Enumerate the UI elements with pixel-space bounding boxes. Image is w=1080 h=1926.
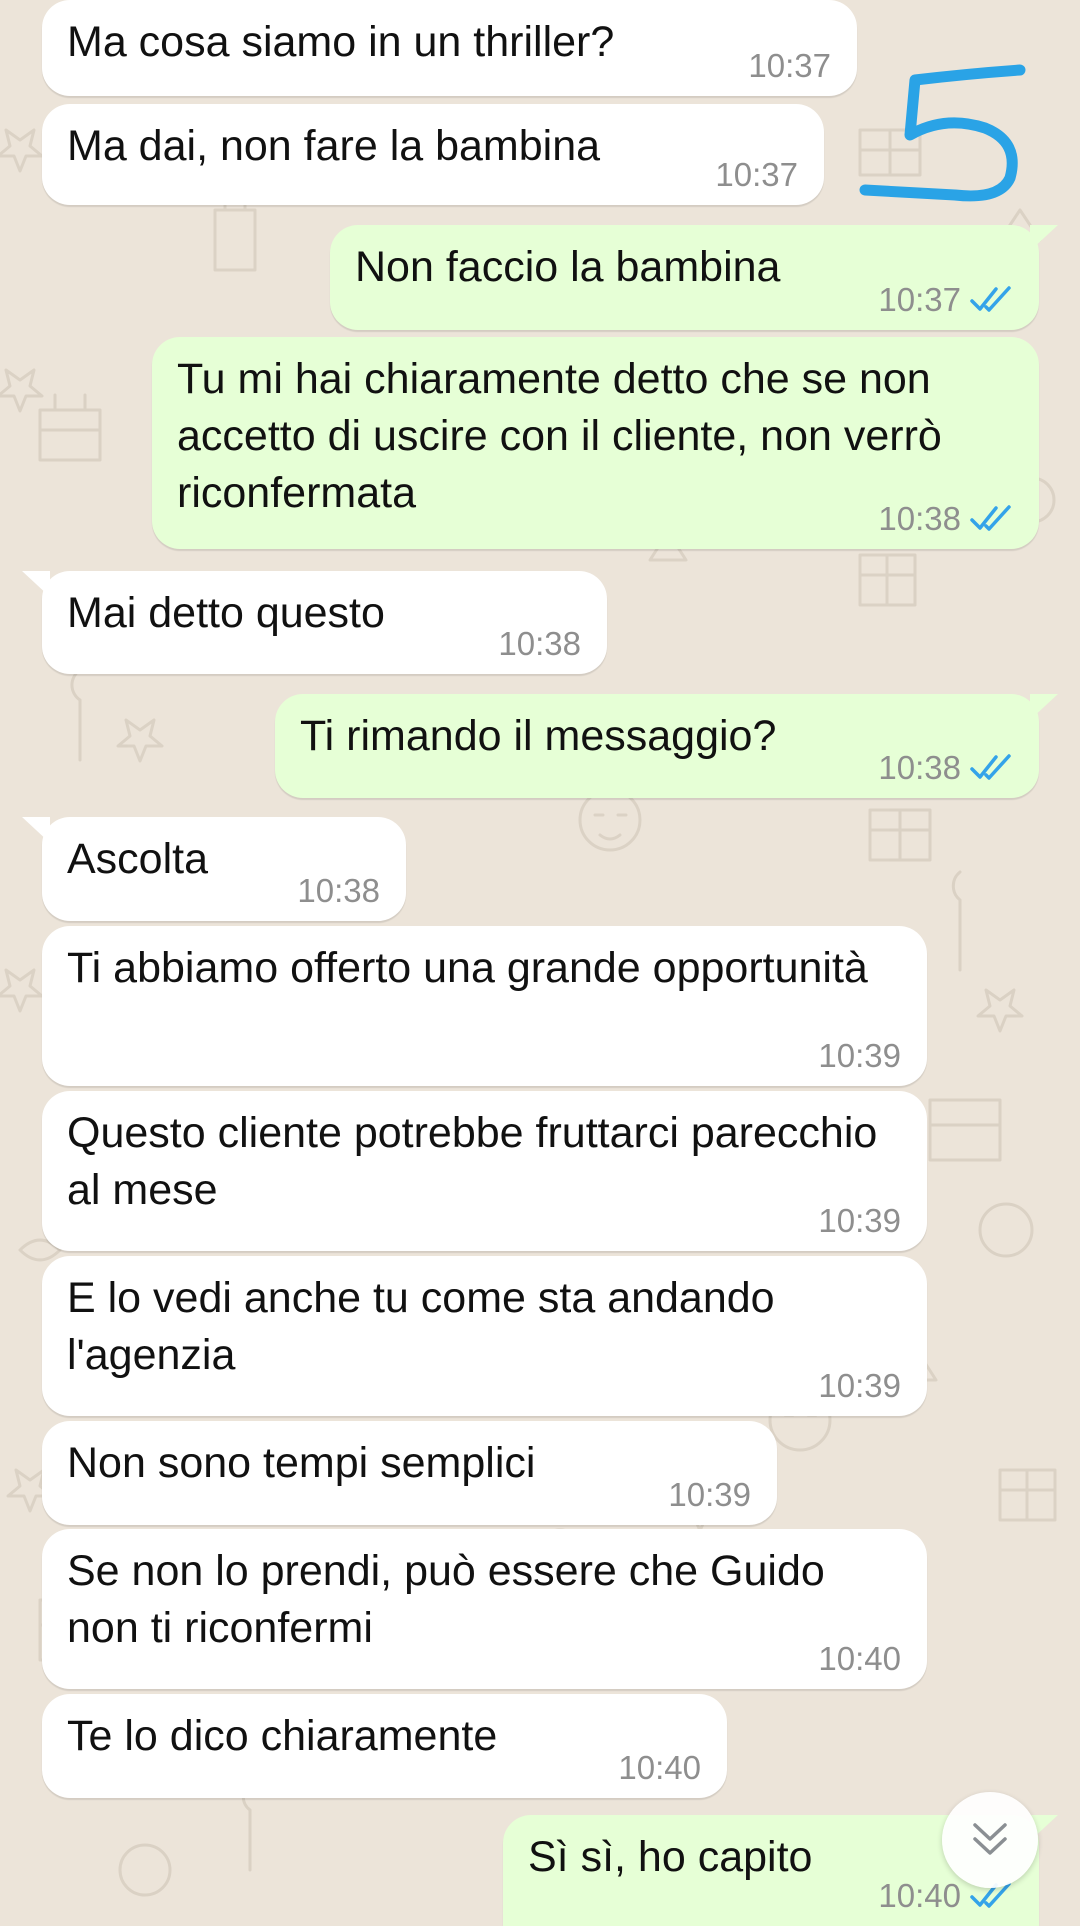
message-timestamp: 10:37 bbox=[715, 156, 798, 193]
incoming-message[interactable]: E lo vedi anche tu come sta andando l'ag… bbox=[42, 1256, 927, 1416]
incoming-message[interactable]: Questo cliente potrebbe fruttarci parecc… bbox=[42, 1091, 927, 1251]
message-meta: 10:37 bbox=[878, 282, 1015, 318]
incoming-message[interactable]: Mai detto questo 10:38 bbox=[42, 571, 607, 674]
message-text: Tu mi hai chiaramente detto che se non a… bbox=[177, 355, 942, 517]
message-text: Ma dai, non fare la bambina bbox=[67, 122, 601, 170]
message-text: Non sono tempi semplici bbox=[67, 1439, 536, 1487]
message-text: Questo cliente potrebbe fruttarci parecc… bbox=[67, 1109, 878, 1214]
bubble-tail bbox=[1030, 694, 1058, 720]
incoming-message[interactable]: Non sono tempi semplici 10:39 bbox=[42, 1421, 777, 1525]
message-text: E lo vedi anche tu come sta andando l'ag… bbox=[67, 1274, 775, 1379]
message-timestamp: 10:37 bbox=[748, 47, 831, 84]
incoming-message[interactable]: Te lo dico chiaramente 10:40 bbox=[42, 1694, 727, 1798]
message-timestamp: 10:40 bbox=[878, 1877, 961, 1914]
message-timestamp: 10:38 bbox=[878, 500, 961, 537]
outgoing-message[interactable]: Non faccio la bambina 10:37 bbox=[330, 225, 1039, 330]
message-timestamp: 10:40 bbox=[618, 1749, 701, 1786]
bubble-tail bbox=[22, 817, 50, 843]
message-timestamp: 10:39 bbox=[668, 1476, 751, 1513]
message-text: Ti abbiamo offerto una grande opportunit… bbox=[67, 944, 868, 992]
message-timestamp: 10:38 bbox=[498, 625, 581, 662]
incoming-message[interactable]: Ti abbiamo offerto una grande opportunit… bbox=[42, 926, 927, 1086]
double-check-read-icon bbox=[970, 286, 1011, 312]
incoming-message[interactable]: Ma cosa siamo in un thriller? 10:37 bbox=[42, 0, 857, 96]
message-meta: 10:38 bbox=[878, 750, 1015, 786]
message-timestamp: 10:38 bbox=[878, 749, 961, 786]
handwritten-number-five bbox=[859, 64, 1026, 202]
message-timestamp: 10:38 bbox=[297, 872, 380, 909]
bubble-tail bbox=[1030, 225, 1058, 251]
double-check-read-icon bbox=[970, 505, 1011, 531]
chat-conversation[interactable]: Ma cosa siamo in un thriller? 10:37 Ma d… bbox=[0, 0, 1080, 1926]
message-text: Te lo dico chiaramente bbox=[67, 1712, 498, 1760]
bubble-tail bbox=[22, 571, 50, 597]
message-meta: 10:38 bbox=[878, 501, 1015, 537]
chevron-double-down-icon bbox=[973, 1823, 1007, 1855]
message-timestamp: 10:40 bbox=[818, 1640, 901, 1677]
incoming-message[interactable]: Ascolta 10:38 bbox=[42, 817, 406, 921]
outgoing-message[interactable]: Ti rimando il messaggio? 10:38 bbox=[275, 694, 1039, 798]
message-timestamp: 10:39 bbox=[818, 1202, 901, 1239]
scroll-to-bottom-button[interactable] bbox=[942, 1792, 1038, 1888]
incoming-message[interactable]: Se non lo prendi, può essere che Guido n… bbox=[42, 1529, 927, 1689]
double-check-read-icon bbox=[970, 754, 1011, 780]
outgoing-message[interactable]: Tu mi hai chiaramente detto che se non a… bbox=[152, 337, 1039, 549]
message-text: Se non lo prendi, può essere che Guido n… bbox=[67, 1547, 825, 1652]
message-timestamp: 10:37 bbox=[878, 281, 961, 318]
message-timestamp: 10:39 bbox=[818, 1367, 901, 1404]
message-timestamp: 10:39 bbox=[818, 1037, 901, 1074]
incoming-message[interactable]: Ma dai, non fare la bambina 10:37 bbox=[42, 104, 824, 205]
message-text: Ma cosa siamo in un thriller? bbox=[67, 18, 615, 66]
